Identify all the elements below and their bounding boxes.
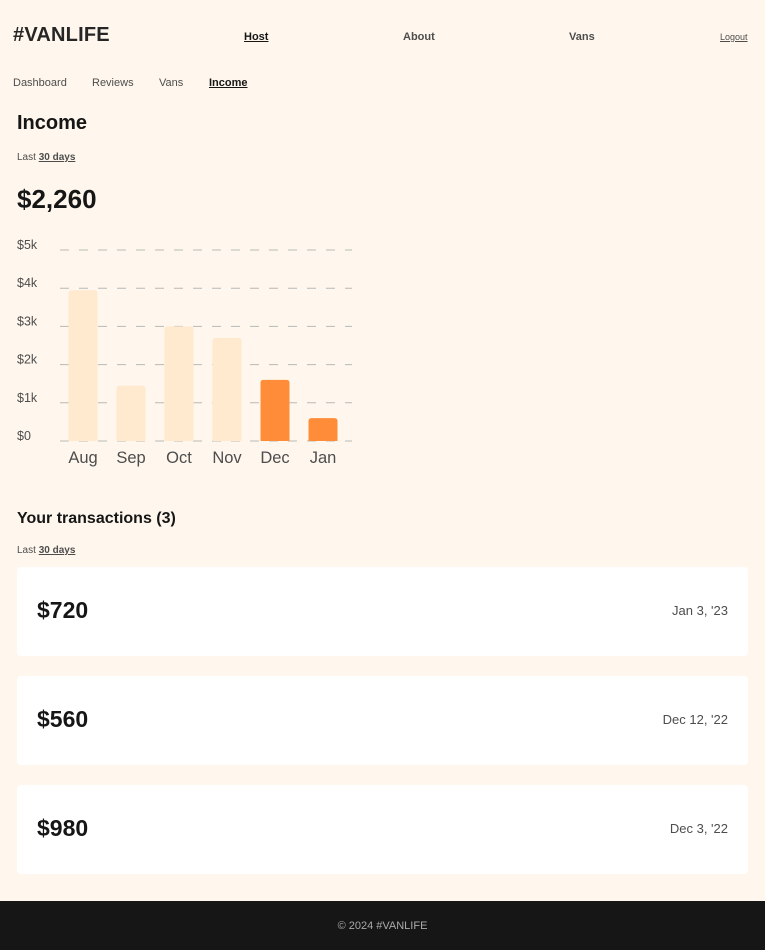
chart-x-tick-label: Jan <box>310 449 337 467</box>
chart-bar <box>68 290 98 441</box>
chart-bar <box>260 379 290 441</box>
transactions-title: Your transactions (3) <box>17 510 176 527</box>
page-title: Income <box>17 112 88 134</box>
logo-link[interactable]: #VANLIFE <box>13 24 110 47</box>
chart-bar <box>164 326 194 441</box>
income-period-value[interactable]: 30 days <box>39 152 76 163</box>
nav-host[interactable]: Host <box>244 31 268 43</box>
transaction-date: Jan 3, '23 <box>672 603 728 618</box>
chart-x-tick-label: Nov <box>212 449 242 467</box>
chart-bar <box>308 418 338 441</box>
chart-x-tick-label: Aug <box>68 449 97 467</box>
transactions-period-prefix: Last <box>17 545 36 556</box>
chart-y-tick-label: $0 <box>17 429 31 443</box>
transaction-card: $560 Dec 12, '22 <box>17 676 748 765</box>
transaction-date: Dec 12, '22 <box>662 712 728 727</box>
transaction-card: $980 Dec 3, '22 <box>17 785 748 874</box>
subnav-vans[interactable]: Vans <box>159 77 183 89</box>
transactions-period: Last 30 days <box>17 545 75 556</box>
income-period-prefix: Last <box>17 152 36 163</box>
subnav-dashboard[interactable]: Dashboard <box>13 77 67 89</box>
footer: © 2024 #VANLIFE <box>0 901 765 950</box>
transaction-card: $720 Jan 3, '23 <box>17 567 748 656</box>
chart-x-tick-label: Oct <box>166 449 192 467</box>
chart-bar <box>212 337 242 441</box>
nav-about[interactable]: About <box>403 31 435 43</box>
footer-text: © 2024 #VANLIFE <box>337 920 428 932</box>
logout-link[interactable]: Logout <box>720 32 748 42</box>
income-chart: $0 $1k $2k $3k $4k $5k Aug Sep Oct Nov Dec Jan <box>17 238 352 467</box>
chart-y-tick-label: $5k <box>17 238 38 252</box>
chart-x-tick-label: Sep <box>116 449 145 467</box>
subnav-reviews[interactable]: Reviews <box>92 77 134 89</box>
transactions-period-value[interactable]: 30 days <box>39 545 76 556</box>
transaction-date: Dec 3, '22 <box>669 821 728 836</box>
subnav-income[interactable]: Income <box>209 77 248 89</box>
chart-x-tick-label: Dec <box>260 449 289 467</box>
chart-y-tick-label: $2k <box>17 353 38 367</box>
transaction-amount: $720 <box>37 597 89 623</box>
chart-y-tick-label: $3k <box>17 314 38 328</box>
transaction-amount: $980 <box>37 815 89 841</box>
chart-y-tick-label: $1k <box>17 391 38 405</box>
chart-y-tick-label: $4k <box>17 276 38 290</box>
transaction-amount: $560 <box>37 706 89 732</box>
nav-vans[interactable]: Vans <box>569 31 595 43</box>
chart-bar <box>116 385 146 441</box>
income-total: $2,260 <box>17 184 97 214</box>
income-period: Last 30 days <box>17 152 75 163</box>
